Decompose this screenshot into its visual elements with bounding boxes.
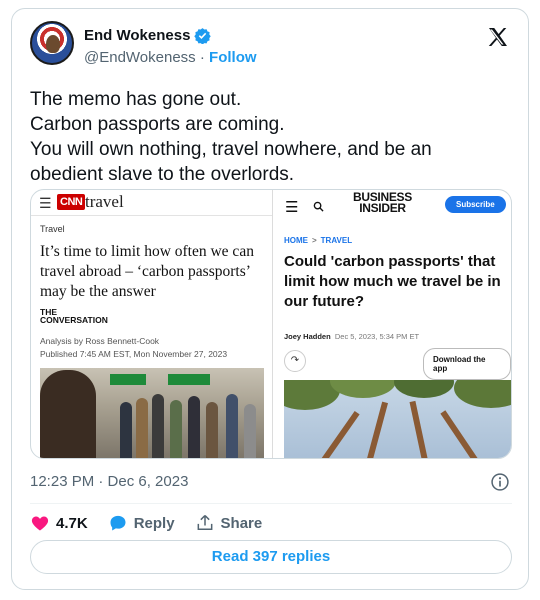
cnn-byline: Analysis by Ross Bennett-Cook [40,336,160,346]
tweet-line: The memo has gone out. [30,89,242,110]
airport-travellers-photo [40,368,264,458]
bi-author: Joey Hadden [284,332,331,341]
reply-button[interactable]: Reply [108,513,175,533]
breadcrumb: HOME > TRAVEL [284,236,352,245]
separator: · [195,49,210,66]
share-arrow-icon: ↷ [284,350,306,372]
business-insider-article-screenshot[interactable]: ☰ BUSINESS INSIDER Subscribe HOME > TRAVEL… [273,190,511,458]
tweet-timestamp[interactable]: 12:23 PM · Dec 6, 2023 [30,473,188,490]
airport-sign [168,374,210,385]
tweet-line: obedient slave to the overlords. [30,164,295,185]
divider [30,503,512,504]
cnn-published: Published 7:45 AM EST, Mon November 27, … [40,349,228,359]
airport-sign [110,374,146,385]
verified-badge-icon [194,28,212,44]
avatar[interactable] [30,21,74,65]
bi-logo-bottom: INSIDER [359,201,406,215]
share-label: Share [220,514,263,532]
cnn-article-screenshot[interactable]: ☰ CNN travel Travel It’s time to limit h… [31,190,273,458]
tree-trunk [409,400,430,458]
reply-bubble-icon [110,515,126,531]
traveller-figure [206,402,218,458]
cnn-headline: It’s time to limit how often we can trav… [40,243,254,300]
bi-headline: Could 'carbon passports' that limit how … [284,253,501,310]
cnn-section-title: travel [85,192,124,211]
share-arrow-icon [197,514,212,530]
download-app-button: Download the app [423,348,511,380]
tree-trunk [314,410,360,458]
tree-canopy [394,380,454,398]
x-logo-icon[interactable] [486,25,510,49]
conversation-logo-bottom: CONVERSATION [40,315,108,325]
tree-trunk [440,410,485,458]
like-count: 4.7K [56,514,88,532]
cnn-header-bar: ☰ CNN travel [31,190,272,216]
display-name-row[interactable]: End Wokeness [84,27,212,44]
handle-line: @EndWokeness · Follow [84,49,257,66]
traveller-figure [170,400,182,458]
tree-canopy [330,380,396,398]
tweet-media[interactable]: ☰ CNN travel Travel It’s time to limit h… [30,189,512,459]
tweet-text: The memo has gone out. Carbon passports … [30,87,510,187]
forest-canopy-photo [284,380,511,458]
display-name[interactable]: End Wokeness [84,27,190,44]
bi-date: Dec 5, 2023, 5:34 PM ET [334,332,420,341]
tree-canopy [454,380,511,408]
handle[interactable]: @EndWokeness [84,49,196,66]
search-icon [313,201,324,212]
tree-trunk [364,401,389,458]
tweet-card: End Wokeness @EndWokeness · Follow The m… [11,8,529,590]
business-insider-logo: BUSINESS INSIDER [353,191,412,215]
foreground-traveller [40,370,96,458]
tweet-line: You will own nothing, travel nowhere, an… [30,139,432,160]
breadcrumb-home: HOME [284,236,308,245]
traveller-figure [226,394,238,458]
cnn-kicker: Travel [40,224,65,234]
traveller-figure [152,394,164,458]
like-button[interactable]: 4.7K [30,513,88,533]
breadcrumb-separator: > [312,236,317,245]
traveller-figure [244,404,256,458]
breadcrumb-travel: TRAVEL [320,236,353,245]
tweet-line: Carbon passports are coming. [30,114,285,135]
heart-icon [31,516,49,531]
action-bar: 4.7K Reply Share [30,511,282,535]
cnn-logo: CNN [57,194,86,210]
hamburger-menu-icon: ☰ [285,199,299,216]
info-icon[interactable] [490,472,510,492]
follow-button[interactable]: Follow [209,49,257,66]
subscribe-button: Subscribe [445,196,506,213]
conversation-logo: THE CONVERSATION [40,308,108,325]
traveller-figure [136,398,148,458]
hamburger-menu-icon: ☰ [39,195,52,211]
traveller-figure [188,396,200,458]
avatar-eagle-icon [46,35,60,53]
reply-label: Reply [133,514,175,532]
traveller-figure [120,402,132,458]
bi-byline: Joey Hadden Dec 5, 2023, 5:34 PM ET [284,332,419,341]
read-replies-button[interactable]: Read 397 replies [30,540,512,574]
share-button[interactable]: Share [195,513,263,533]
